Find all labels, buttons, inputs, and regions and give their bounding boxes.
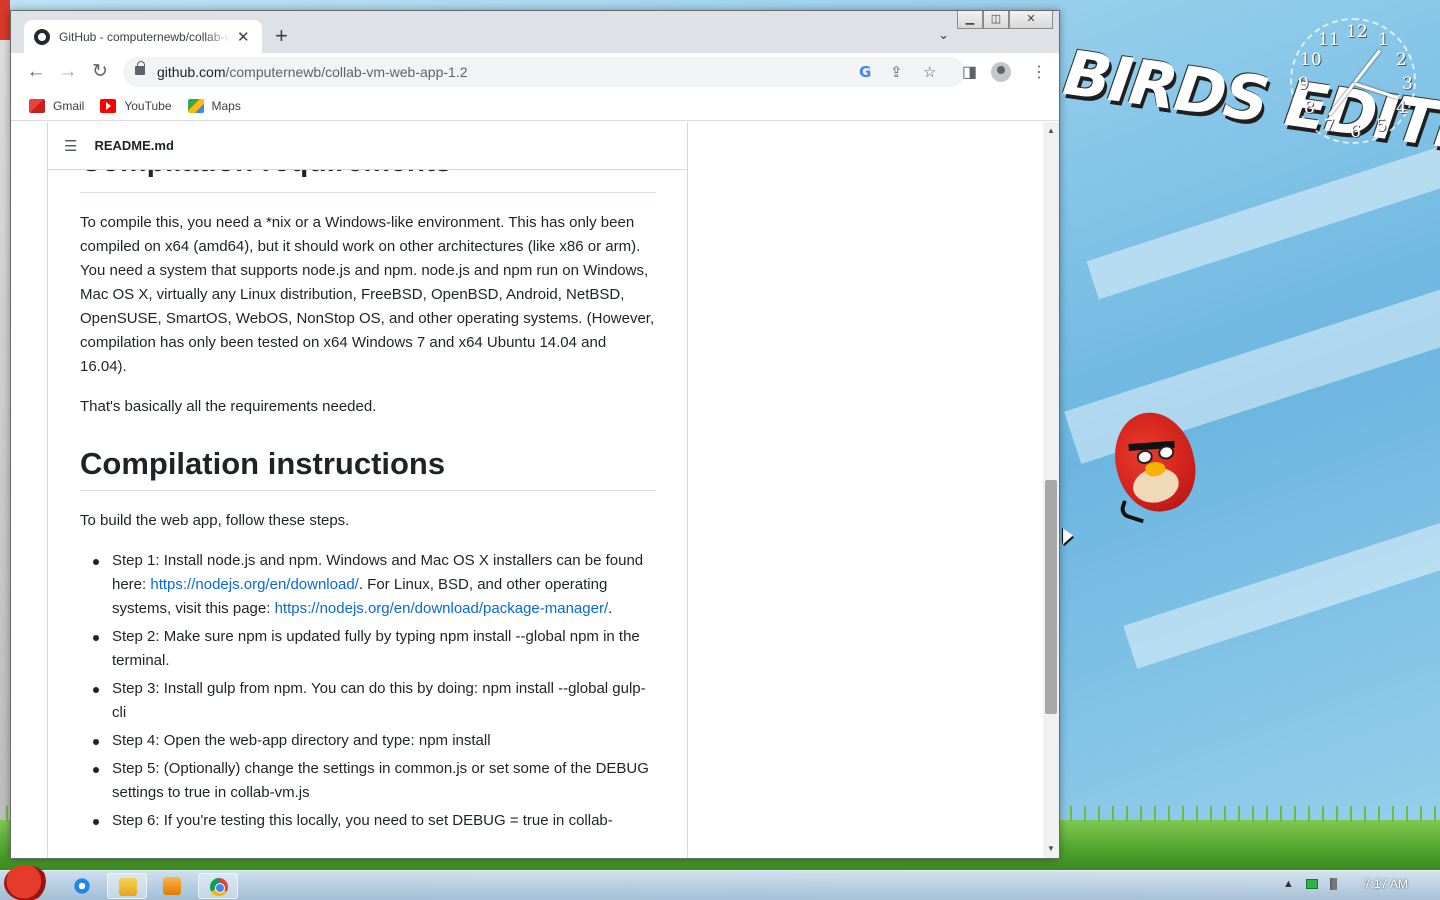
bookmark-star-icon[interactable]: ☆ (923, 63, 936, 81)
instructions-intro: To build the web app, follow these steps… (80, 512, 350, 529)
restore-button[interactable]: ◫ (983, 11, 1009, 29)
taskbar-chrome[interactable] (198, 873, 238, 899)
tab-search-chevron-icon[interactable]: ⌄ (938, 27, 949, 43)
show-hidden-icons-icon[interactable]: ▲ (1283, 878, 1294, 890)
scroll-down-arrow-icon[interactable]: ▼ (1047, 844, 1055, 853)
clock-number: 1 (1378, 30, 1389, 50)
maps-icon (187, 98, 204, 113)
clock-number: 6 (1350, 122, 1361, 142)
clock-number: 10 (1300, 50, 1322, 70)
tab-title: GitHub - computernewb/collab-vm-web-app-… (59, 29, 231, 44)
start-button[interactable] (4, 865, 48, 900)
reload-icon[interactable]: ↻ (87, 59, 113, 85)
nodejs-download-link[interactable]: https://nodejs.org/en/download/ (150, 576, 358, 593)
chrome-icon (210, 878, 228, 896)
media-player-icon (163, 877, 181, 895)
clock-number: 7 (1324, 116, 1335, 136)
tab-github[interactable]: GitHub - computernewb/collab-vm-web-app-… (24, 20, 262, 53)
desktop-clock-gadget: 12 1 2 3 4 5 6 7 8 9 10 11 (1290, 18, 1416, 144)
back-arrow-icon[interactable]: ← (23, 59, 49, 85)
clock-second-hand (1328, 82, 1356, 116)
table-of-contents-icon[interactable]: ☰ (64, 137, 77, 155)
address-bar[interactable]: github.com/computernewb/collab-vm-web-ap… (123, 57, 965, 87)
taskbar-internet-explorer[interactable] (62, 873, 102, 899)
system-tray: ▲ 7:17 AM (1283, 877, 1420, 891)
requirements-paragraph: To compile this, you need a *nix or a Wi… (80, 214, 655, 375)
scrollbar-thumb[interactable] (1045, 480, 1057, 714)
clock-number: 2 (1396, 50, 1407, 70)
heading-divider (80, 490, 656, 491)
heading-divider (80, 192, 656, 193)
github-icon (34, 28, 50, 45)
taskbar: ▲ 7:17 AM (0, 865, 1440, 900)
taskbar-file-explorer[interactable] (107, 873, 147, 899)
browser-window: GitHub - computernewb/collab-vm-web-app-… (10, 10, 1060, 859)
clock-number: 3 (1402, 74, 1413, 94)
background-window-edge (0, 0, 10, 870)
list-item: Step 2: Make sure npm is updated fully b… (80, 625, 656, 673)
minimize-button[interactable]: ▁ (957, 11, 983, 29)
scroll-up-arrow-icon[interactable]: ▲ (1047, 126, 1055, 135)
forward-arrow-icon[interactable]: → (55, 59, 81, 85)
clock-number: 5 (1376, 116, 1387, 136)
bookmark-maps[interactable]: Maps (187, 98, 241, 113)
list-item: Step 3: Install gulp from npm. You can d… (80, 677, 656, 725)
google-lens-icon[interactable]: G (859, 63, 871, 81)
readme-filename[interactable]: README.md (94, 138, 173, 153)
clock-number: 8 (1304, 98, 1315, 118)
bookmarks-bar: Gmail YouTube Maps (11, 91, 1059, 121)
tab-strip: GitHub - computernewb/collab-vm-web-app-… (11, 11, 1059, 53)
youtube-icon (100, 98, 117, 113)
window-controls: ▁ ◫ ✕ (957, 11, 1053, 29)
side-panel-icon[interactable]: ◨ (962, 62, 977, 82)
list-item: Step 1: Install node.js and npm. Windows… (80, 549, 656, 621)
steps-list: Step 1: Install node.js and npm. Windows… (80, 549, 656, 837)
list-item: Step 4: Open the web-app directory and t… (80, 729, 656, 753)
mouse-cursor (1063, 528, 1073, 552)
internet-explorer-icon (73, 877, 91, 895)
bookmark-label: Maps (211, 98, 241, 113)
clock-number: 9 (1298, 74, 1309, 94)
clock-number: 12 (1346, 22, 1368, 42)
folder-icon (119, 878, 137, 896)
bookmark-youtube[interactable]: YouTube (100, 98, 172, 113)
profile-avatar-icon[interactable] (991, 62, 1011, 82)
clock-hour-hand (1353, 82, 1399, 100)
list-item: Step 6: If you're testing this locally, … (80, 809, 656, 833)
clock-number: 11 (1318, 30, 1340, 50)
taskbar-clock[interactable]: 7:17 AM (1364, 877, 1408, 891)
readme-header: ☰ README.md (48, 122, 687, 170)
network-icon[interactable] (1305, 879, 1318, 889)
clock-number: 4 (1396, 98, 1407, 118)
share-icon[interactable]: ⇪ (890, 63, 903, 81)
requirements-note: That's basically all the requirements ne… (80, 398, 377, 415)
taskbar-media-player[interactable] (152, 873, 192, 899)
nodejs-package-manager-link[interactable]: https://nodejs.org/en/download/package-m… (275, 600, 609, 617)
bookmark-gmail[interactable]: Gmail (29, 98, 85, 113)
bookmark-label: Gmail (53, 98, 85, 113)
wallpaper-stripe (1123, 496, 1440, 669)
lock-icon[interactable] (135, 61, 145, 75)
bookmark-label: YouTube (124, 98, 172, 113)
clock-minute-hand (1352, 49, 1382, 85)
tab-close-icon[interactable]: ✕ (237, 28, 250, 46)
page-scrollbar[interactable]: ▲ ▼ (1043, 122, 1059, 858)
browser-toolbar: ← → ↻ github.com/computernewb/collab-vm-… (11, 53, 1059, 91)
readme-panel: ☰ README.md Compilation requirements To … (47, 122, 688, 858)
volume-muted-icon[interactable] (1329, 878, 1342, 890)
url-text[interactable]: github.com/computernewb/collab-vm-web-ap… (157, 64, 467, 80)
close-window-button[interactable]: ✕ (1009, 11, 1053, 29)
page-gutter (11, 122, 47, 858)
heading-compilation-instructions: Compilation instructions (80, 446, 446, 481)
menu-kebab-icon[interactable]: ⋮ (1031, 62, 1047, 82)
list-item: Step 5: (Optionally) change the settings… (80, 757, 656, 805)
page-viewport: ☰ README.md Compilation requirements To … (11, 122, 1043, 858)
new-tab-button[interactable]: + (275, 25, 288, 47)
gmail-icon (29, 98, 45, 113)
